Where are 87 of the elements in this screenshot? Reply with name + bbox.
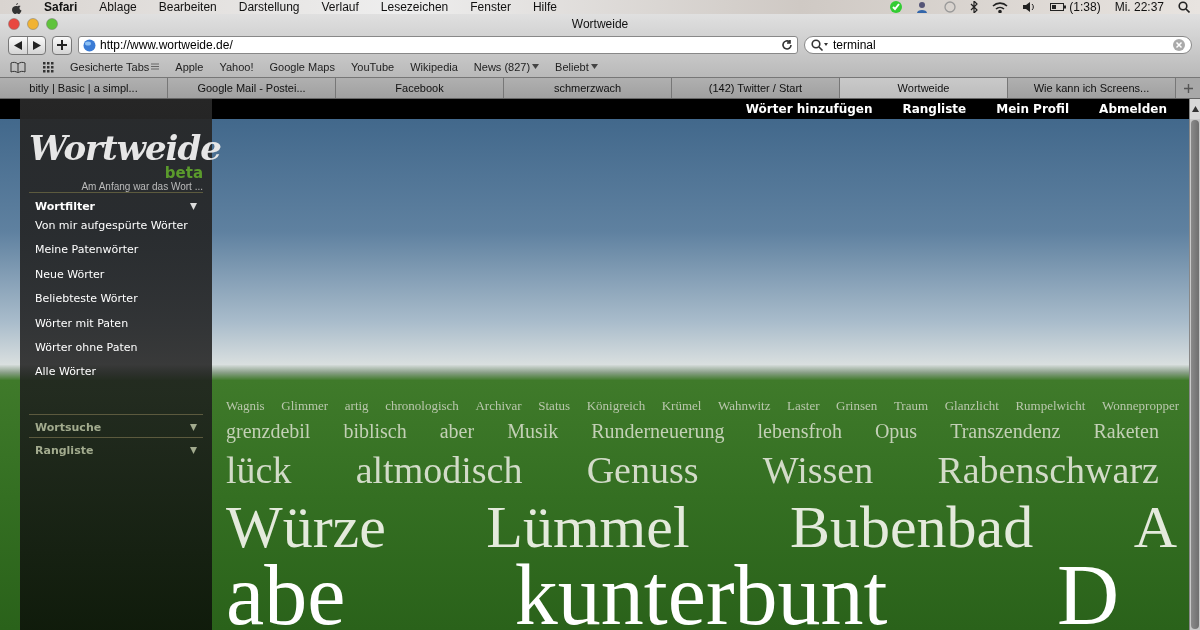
bookmark-item[interactable]: YouTube [350, 60, 395, 73]
menu-link[interactable]: Alle Wörter [29, 361, 203, 386]
menu-item[interactable]: Darstellung [238, 0, 300, 14]
globe-icon [83, 38, 96, 52]
bookmark-item[interactable]: Google Maps [269, 60, 335, 73]
menu-item[interactable]: Ablage [99, 0, 137, 14]
cloud-word[interactable]: D [1056, 560, 1119, 630]
address-field[interactable]: http://www.wortweide.de/ [78, 36, 798, 54]
browser-tab[interactable]: (142) Twitter / Start [672, 78, 840, 98]
left-arrow-icon [14, 40, 22, 50]
browser-tab[interactable]: schmerzwach [504, 78, 672, 98]
cloud-word[interactable]: abe [226, 560, 346, 630]
menu-link[interactable]: Meine Patenwörter [29, 239, 203, 264]
section-header[interactable]: Rangliste [35, 444, 94, 458]
nav-link[interactable]: Rangliste [902, 102, 967, 116]
plus-icon [1183, 83, 1193, 93]
menu-item[interactable]: Verlauf [321, 0, 359, 14]
caret-icon[interactable] [190, 424, 197, 432]
window-title: Wortweide [571, 17, 629, 31]
clock[interactable]: Mi. 22:37 [1114, 0, 1164, 14]
search-icon [811, 39, 829, 51]
up-arrow-icon[interactable] [1191, 106, 1199, 112]
caret-icon [590, 64, 598, 69]
new-tab-button[interactable] [1176, 78, 1200, 98]
cloud-word[interactable]: Rabenschwarz [937, 446, 1159, 494]
wifi-icon[interactable] [992, 1, 1009, 13]
browser-tab[interactable]: Wortweide [840, 78, 1008, 98]
nav-link[interactable]: Wörter hinzufügen [745, 102, 873, 116]
bookmark-item[interactable]: Gesicherte Tabs [70, 60, 160, 73]
add-bookmark-button[interactable] [52, 35, 72, 55]
search-input[interactable]: terminal [833, 38, 1169, 52]
reload-icon[interactable] [781, 39, 793, 51]
caret-icon[interactable] [190, 447, 197, 455]
book-icon[interactable] [10, 60, 26, 73]
menu-item[interactable]: Lesezeichen [380, 0, 449, 14]
site-logo[interactable]: Wortweide [29, 129, 221, 167]
plus-icon [57, 40, 67, 50]
menu-item[interactable]: Hilfe [532, 0, 557, 14]
menu-link[interactable]: Wörter ohne Paten [29, 336, 203, 362]
cloud-word[interactable]: altmodisch [355, 446, 523, 494]
cloud-word[interactable]: Bubenbad [789, 494, 1034, 560]
cloud-word[interactable]: Lümmel [486, 494, 690, 560]
address-input[interactable]: http://www.wortweide.de/ [100, 38, 777, 52]
caret-icon [532, 64, 540, 69]
search-icon[interactable] [1178, 1, 1190, 13]
grid-icon[interactable] [42, 60, 54, 73]
section-header[interactable]: Wortfilter [35, 199, 96, 213]
menu-link[interactable]: Von mir aufgespürte Wörter [29, 215, 203, 240]
bookmark-item[interactable]: Beliebt [555, 60, 598, 73]
site-tagline: Am Anfang war das Wort ... [81, 181, 203, 192]
speaker-icon[interactable] [1022, 1, 1037, 13]
cloud-word[interactable]: lück [226, 446, 292, 494]
apple-icon[interactable] [10, 0, 22, 14]
bookmark-item[interactable]: News (827) [473, 60, 540, 73]
cloud-word[interactable]: A [1133, 494, 1177, 560]
menu-item[interactable]: Fenster [470, 0, 511, 14]
nav-link[interactable]: Mein Profil [996, 102, 1070, 116]
menu-link[interactable]: Neue Wörter [29, 263, 203, 289]
menu-item[interactable]: Bearbeiten [158, 0, 217, 14]
battery-time: (1:38) [1069, 0, 1101, 14]
scrollbar[interactable] [1189, 99, 1200, 630]
browser-tab[interactable]: Google Mail - Postei... [168, 78, 336, 98]
beta-label: beta [164, 165, 203, 181]
battery-icon[interactable] [1050, 2, 1067, 12]
cloud-word[interactable]: kunterbunt [514, 560, 888, 630]
close-icon[interactable] [8, 18, 20, 30]
checkmark-icon[interactable] [890, 1, 903, 13]
caret-icon[interactable] [190, 202, 197, 210]
cloud-word[interactable]: Würze [226, 494, 386, 560]
app-menu[interactable]: Safari [44, 0, 78, 14]
bluetooth-icon[interactable] [970, 1, 979, 13]
browser-tab[interactable]: Wie kann ich Screens... [1008, 78, 1176, 98]
bookmark-item[interactable]: Yahoo! [219, 60, 254, 73]
search-field[interactable]: terminal [804, 36, 1192, 54]
cloud-word[interactable]: Wissen [762, 446, 874, 494]
nav-link[interactable]: Abmelden [1099, 102, 1167, 116]
menu-link[interactable]: Wörter mit Paten [29, 312, 203, 337]
menu-link[interactable]: Beliebteste Wörter [29, 288, 203, 313]
user-icon[interactable] [916, 1, 929, 13]
cloud-word[interactable]: Genuss [586, 446, 699, 494]
bookmark-item[interactable]: Apple [175, 60, 204, 73]
bookmark-item[interactable]: Wikipedia [410, 60, 458, 73]
section-header[interactable]: Wortsuche [35, 421, 102, 435]
right-arrow-icon [32, 40, 41, 50]
browser-tab[interactable]: bitly | Basic | a simpl... [0, 78, 168, 98]
tabs-icon [151, 63, 160, 70]
browser-tab[interactable]: Facebook [336, 78, 504, 98]
